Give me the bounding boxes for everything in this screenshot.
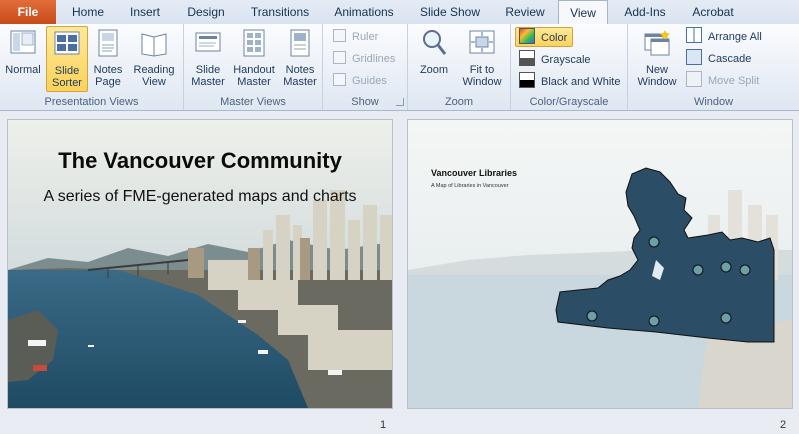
grayscale-label: Grayscale — [541, 54, 591, 66]
arrange-all-button[interactable]: Arrange All — [686, 27, 762, 45]
ribbon-tab-bar: File Home Insert Design Transitions Anim… — [0, 0, 799, 25]
slide-thumbnail-1[interactable]: The Vancouver Community A series of FME-… — [8, 120, 392, 408]
black-and-white-swatch-icon — [519, 72, 535, 88]
fit-to-window-icon — [469, 30, 495, 54]
fit-to-window-label: Fit to Window — [462, 64, 502, 88]
normal-view-icon — [10, 30, 36, 54]
grayscale-button[interactable]: Grayscale — [519, 50, 591, 68]
group-label-window: Window — [693, 96, 734, 108]
group-presentation-views: Normal Slide Sorter Notes Page Reading V… — [0, 24, 184, 110]
slide-sorter-icon — [54, 31, 80, 55]
slide-thumbnail-2[interactable]: Vancouver Libraries A Map of Libraries i… — [408, 120, 792, 408]
magnifier-icon — [423, 30, 447, 55]
group-zoom: Zoom Fit to Window Zoom — [408, 24, 511, 110]
normal-view-button[interactable]: Normal — [2, 28, 44, 76]
grayscale-swatch-icon — [519, 50, 535, 66]
cascade-button[interactable]: Cascade — [686, 49, 751, 67]
handout-master-button[interactable]: Handout Master — [230, 28, 278, 88]
slide-sorter-label: Slide Sorter — [52, 65, 82, 89]
notes-master-icon — [290, 29, 310, 57]
libraries-map-image — [555, 167, 775, 343]
black-and-white-label: Black and White — [541, 76, 621, 88]
slide-sorter-pane: The Vancouver Community A series of FME-… — [0, 111, 799, 434]
slide-2-number: 2 — [780, 419, 787, 431]
handout-master-label: Handout Master — [233, 64, 275, 88]
tab-acrobat[interactable]: Acrobat — [684, 0, 742, 24]
ruler-checkbox[interactable]: Ruler — [333, 28, 378, 46]
notes-master-button[interactable]: Notes Master — [280, 28, 320, 88]
slide-master-button[interactable]: Slide Master — [188, 28, 228, 88]
group-label-show: Show — [351, 96, 379, 108]
move-split-label: Move Split — [708, 75, 760, 87]
group-color-grayscale: Color Grayscale Black and White Color/Gr… — [511, 24, 628, 110]
notes-page-button[interactable]: Notes Page — [88, 28, 128, 88]
tab-review[interactable]: Review — [498, 0, 552, 24]
tab-slide-show[interactable]: Slide Show — [412, 0, 488, 24]
group-show: Ruler Gridlines Guides Show — [323, 24, 408, 110]
color-button[interactable]: Color — [515, 27, 574, 47]
new-window-button[interactable]: New Window — [632, 28, 682, 88]
tab-view[interactable]: View — [558, 0, 608, 25]
move-split-button[interactable]: Move Split — [686, 71, 759, 89]
group-label-color-grayscale: Color/Grayscale — [529, 96, 609, 108]
handout-master-icon — [243, 29, 265, 57]
cascade-label: Cascade — [708, 53, 752, 65]
reading-view-label: Reading View — [133, 64, 175, 88]
group-label-master-views: Master Views — [220, 96, 286, 108]
reading-view-button[interactable]: Reading View — [130, 28, 178, 88]
reading-view-icon — [141, 33, 167, 57]
tab-add-ins[interactable]: Add-Ins — [614, 0, 676, 24]
slide-master-icon — [195, 32, 221, 52]
cascade-icon — [686, 49, 702, 65]
slide-1-number: 1 — [380, 419, 387, 431]
show-dialog-launcher-icon[interactable] — [396, 98, 404, 106]
slide-1-subtitle: A series of FME-generated maps and chart… — [43, 188, 357, 205]
new-window-icon — [644, 30, 670, 56]
ruler-label: Ruler — [352, 31, 379, 43]
fit-to-window-button[interactable]: Fit to Window — [458, 28, 506, 88]
notes-master-label: Notes Master — [283, 64, 317, 88]
black-and-white-button[interactable]: Black and White — [519, 72, 620, 90]
ribbon: Normal Slide Sorter Notes Page Reading V… — [0, 24, 799, 111]
slide-1-title: The Vancouver Community — [58, 148, 342, 173]
group-label-presentation-views: Presentation Views — [44, 96, 139, 108]
notes-page-label: Notes Page — [93, 64, 123, 88]
guides-label: Guides — [352, 75, 387, 87]
move-split-icon — [686, 71, 702, 87]
slide-master-label: Slide Master — [191, 64, 225, 88]
group-label-zoom: Zoom — [444, 96, 474, 108]
guides-check-box[interactable] — [333, 73, 346, 86]
guides-checkbox[interactable]: Guides — [333, 72, 387, 90]
normal-view-label: Normal — [5, 64, 41, 76]
gridlines-checkbox[interactable]: Gridlines — [333, 50, 395, 68]
color-label: Color — [541, 32, 568, 44]
tab-file[interactable]: File — [0, 0, 56, 24]
group-window: New Window Arrange All Cascade Move Spli… — [628, 24, 799, 110]
tab-transitions[interactable]: Transitions — [242, 0, 318, 24]
group-master-views: Slide Master Handout Master Notes Master… — [184, 24, 323, 110]
tab-home[interactable]: Home — [64, 0, 112, 24]
zoom-button[interactable]: Zoom — [414, 28, 454, 76]
arrange-all-label: Arrange All — [708, 31, 762, 43]
zoom-label: Zoom — [419, 64, 449, 76]
gridlines-label: Gridlines — [352, 53, 396, 65]
ruler-check-box[interactable] — [333, 29, 346, 42]
notes-page-icon — [98, 29, 118, 57]
gridlines-check-box[interactable] — [333, 51, 346, 64]
tab-insert[interactable]: Insert — [120, 0, 170, 24]
tab-animations[interactable]: Animations — [326, 0, 402, 24]
slide-sorter-button[interactable]: Slide Sorter — [46, 26, 88, 92]
color-swatch-icon — [519, 28, 535, 44]
new-window-label: New Window — [637, 64, 677, 88]
tab-design[interactable]: Design — [178, 0, 234, 24]
arrange-all-icon — [686, 27, 702, 43]
